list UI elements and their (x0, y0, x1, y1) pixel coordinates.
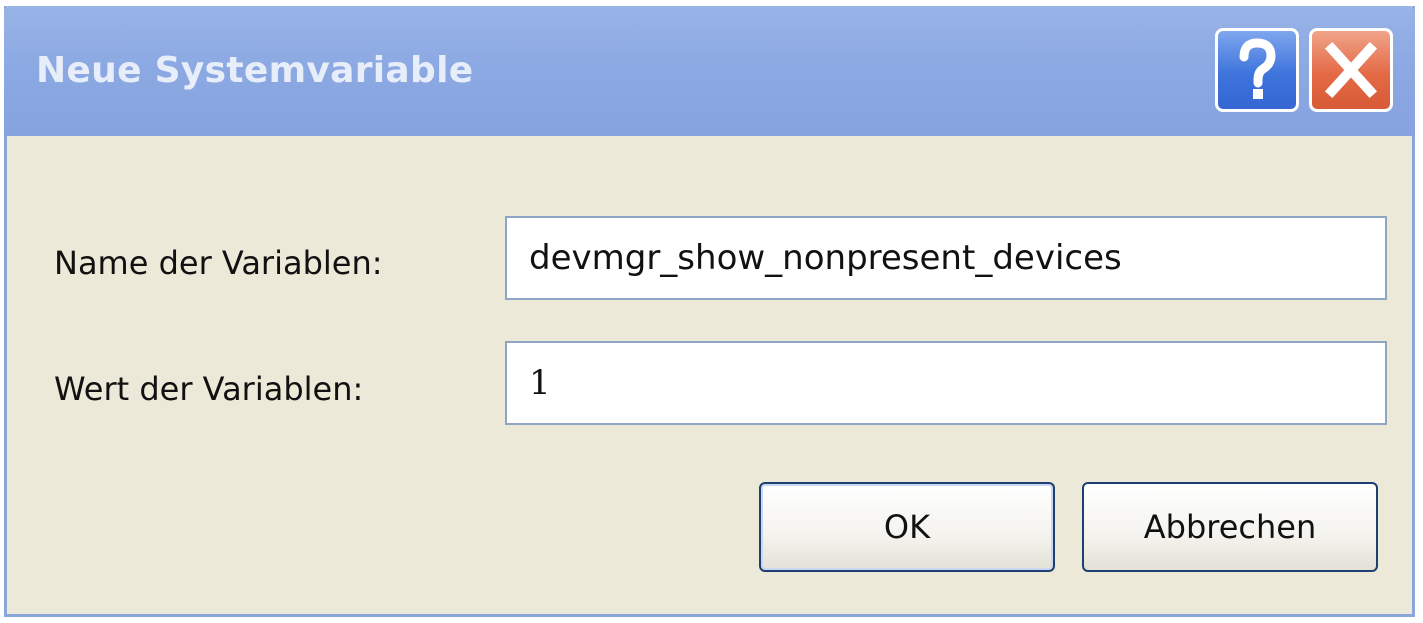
variable-value-label: Wert der Variablen: (54, 370, 364, 408)
cancel-button[interactable]: Abbrechen (1082, 482, 1378, 572)
variable-value-input[interactable] (507, 343, 1385, 423)
ok-button-label: OK (883, 508, 931, 546)
title-bar[interactable]: Neue Systemvariable (4, 6, 1415, 136)
variable-name-field[interactable] (505, 216, 1387, 300)
close-button[interactable] (1309, 28, 1393, 112)
close-x-icon (1324, 41, 1378, 99)
help-button[interactable] (1215, 28, 1299, 112)
help-question-icon (1239, 38, 1276, 99)
variable-name-input[interactable] (507, 218, 1385, 298)
cancel-button-label: Abbrechen (1143, 508, 1317, 546)
window-title: Neue Systemvariable (36, 50, 474, 91)
new-system-variable-dialog: Neue Systemvariable Name der Variablen: … (4, 6, 1415, 617)
variable-value-field[interactable] (505, 341, 1387, 425)
variable-name-label: Name der Variablen: (54, 244, 383, 282)
ok-button[interactable]: OK (759, 482, 1055, 572)
